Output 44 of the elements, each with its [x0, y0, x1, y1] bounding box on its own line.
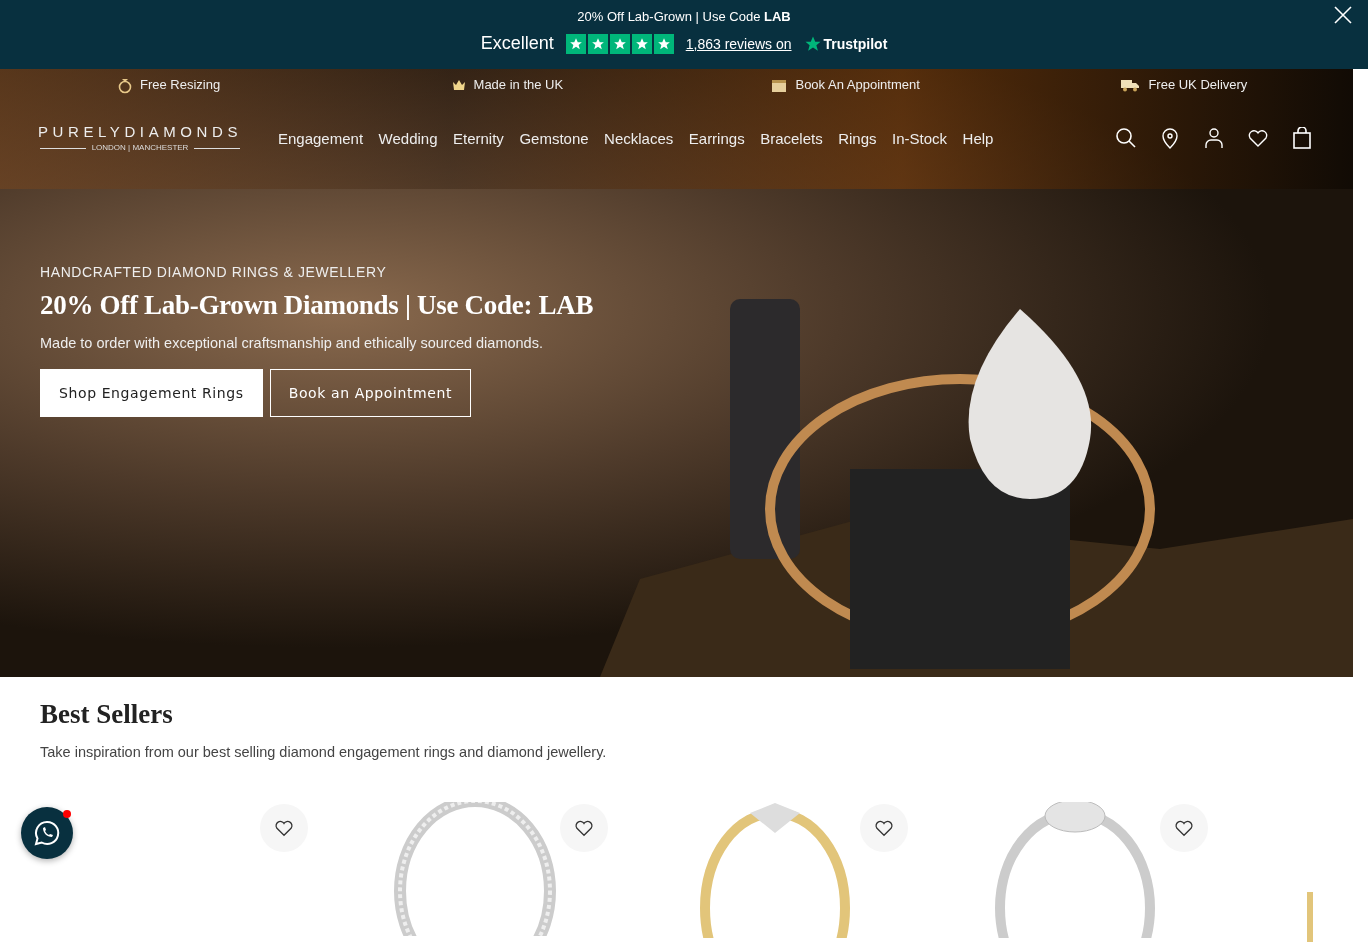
heart-icon[interactable] [1247, 127, 1269, 149]
nav-link[interactable]: Gemstone [519, 129, 589, 147]
nav-link[interactable]: Bracelets [760, 129, 823, 147]
nav-link[interactable]: Necklaces [604, 129, 674, 147]
chat-button[interactable] [21, 807, 73, 859]
logo-tagline: LONDON | MANCHESTER [91, 143, 189, 153]
logo-text[interactable]: PURELYDIAMONDS [37, 123, 243, 141]
location-pin-icon[interactable] [1159, 127, 1181, 149]
heart-icon [574, 818, 594, 838]
search-icon[interactable] [1115, 127, 1137, 149]
wishlist-button[interactable] [260, 804, 308, 852]
wishlist-button[interactable] [860, 804, 908, 852]
nav-link[interactable]: Wedding [378, 129, 438, 147]
heart-icon [1174, 818, 1194, 838]
account-icon[interactable] [1203, 127, 1225, 149]
review-brand: Trustpilot [823, 35, 888, 52]
rating-label: Excellent [480, 33, 554, 54]
nav-link[interactable]: In-Stock [892, 129, 948, 147]
section-subtitle: Take inspiration from our best selling diamond engagement rings and diamond jewellery. [40, 744, 608, 760]
nav-link[interactable]: Rings [838, 129, 877, 147]
hero-headline: 20% Off Lab-Grown Diamonds | Use Code: LAB [40, 290, 595, 321]
close-icon[interactable] [1332, 4, 1354, 26]
usp-label: Made in the UK [473, 77, 564, 92]
heart-icon [274, 818, 294, 838]
usp-label: Free UK Delivery [1148, 77, 1248, 92]
wishlist-button[interactable] [1160, 804, 1208, 852]
reviews-link[interactable]: 1,863 reviews on [685, 35, 792, 52]
nav-link[interactable]: Engagement [278, 129, 364, 147]
hero-subtext: Made to order with exceptional craftsmanship and ethically sourced diamonds. [40, 335, 544, 351]
usp-label: Book An Appointment [795, 77, 920, 92]
hero-button[interactable]: Book an Appointment [269, 369, 472, 417]
shopping-bag-icon[interactable] [1291, 127, 1313, 149]
section-title: Best Sellers [40, 699, 174, 730]
nav-link[interactable]: Help [962, 129, 994, 147]
hero-eyebrow: HANDCRAFTED DIAMOND RINGS & JEWELLERY [40, 264, 388, 280]
hero-button[interactable]: Shop Engagement Rings [40, 369, 263, 417]
usp-label: Free Resizing [140, 77, 221, 92]
truck-icon [1120, 77, 1141, 92]
wishlist-button[interactable] [560, 804, 608, 852]
heart-icon [874, 818, 894, 838]
promo-text: 20% Off Lab-Grown | Use Code LAB [577, 9, 791, 24]
chat-icon [33, 819, 61, 847]
nav-link[interactable]: Eternity [453, 129, 504, 147]
nav-link[interactable]: Earrings [688, 129, 745, 147]
